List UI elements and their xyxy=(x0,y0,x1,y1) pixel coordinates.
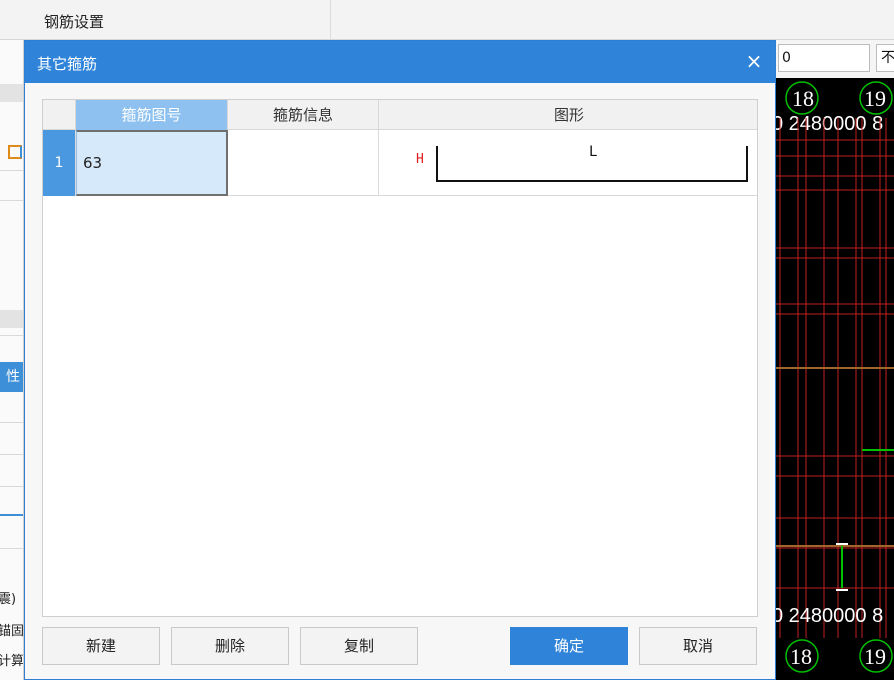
column-header-info[interactable]: 箍筋信息 xyxy=(228,100,379,130)
dimension-text-top: 0 2480000 8 xyxy=(776,113,883,135)
left-panel-text: 计算 xyxy=(0,654,24,669)
axis-label-top: 18 xyxy=(792,86,814,111)
shape-l-label[interactable]: L xyxy=(589,144,597,160)
top-menubar: 钢筋设置 xyxy=(0,0,894,40)
dialog-title: 其它箍筋 xyxy=(37,55,98,73)
row-number-header xyxy=(43,100,76,130)
property-header-cell: 性 xyxy=(0,362,23,392)
table-row[interactable]: 1 63 H L xyxy=(43,130,757,196)
axis-label-top: 19 xyxy=(864,86,886,111)
left-panel-divider xyxy=(0,548,23,549)
left-panel-text: 锚固 xyxy=(0,624,24,639)
cad-drawing: 18 19 0 2480000 8 0 2480000 8 18 19 xyxy=(776,81,894,673)
close-icon[interactable]: × xyxy=(743,50,765,72)
left-panel-band xyxy=(0,310,23,328)
background-left-panel: 性 震) 锚固 计算 xyxy=(0,40,24,680)
dialog-titlebar[interactable]: 其它箍筋 × xyxy=(25,41,775,83)
copy-button[interactable]: 复制 xyxy=(300,627,418,665)
left-panel-divider xyxy=(0,422,23,423)
dimension-text-bottom: 0 2480000 8 xyxy=(776,605,883,627)
column-header-shape[interactable]: 图形 xyxy=(379,100,757,130)
left-panel-divider xyxy=(0,170,23,171)
info-cell[interactable] xyxy=(228,130,379,196)
left-panel-divider xyxy=(0,486,23,487)
shape-h-label[interactable]: H xyxy=(416,152,424,167)
delete-button[interactable]: 删除 xyxy=(171,627,289,665)
other-stirrup-dialog: 其它箍筋 × 箍筋图号 箍筋信息 图形 1 63 H L 新建 删除 复制 确定… xyxy=(24,40,776,680)
row-number[interactable]: 1 xyxy=(43,130,76,196)
left-panel-band xyxy=(0,84,23,102)
ok-button[interactable]: 确定 xyxy=(510,627,628,665)
figure-no-cell[interactable]: 63 xyxy=(76,130,228,196)
table-header: 箍筋图号 箍筋信息 图形 xyxy=(43,100,757,130)
cad-viewport[interactable]: 18 19 0 2480000 8 0 2480000 8 18 19 xyxy=(776,78,894,680)
menubar-divider xyxy=(330,0,331,40)
axis-label-bottom: 19 xyxy=(864,644,886,669)
shape-cell[interactable]: H L xyxy=(379,130,757,196)
new-button[interactable]: 新建 xyxy=(42,627,160,665)
toolbar-input[interactable]: 0 xyxy=(778,44,870,72)
property-header-text: 性 xyxy=(6,369,20,385)
copy-icon[interactable] xyxy=(8,145,22,159)
cancel-button[interactable]: 取消 xyxy=(639,627,757,665)
left-panel-divider xyxy=(0,454,23,455)
axis-label-bottom: 18 xyxy=(790,644,812,669)
left-panel-text: 震) xyxy=(0,592,17,607)
left-panel-accent-line xyxy=(0,514,23,516)
left-panel-divider xyxy=(0,335,23,336)
stirrup-table: 箍筋图号 箍筋信息 图形 1 63 H L xyxy=(42,99,758,617)
toolbar-dropdown[interactable]: 不 xyxy=(876,44,894,72)
rebar-settings-menu[interactable]: 钢筋设置 xyxy=(44,11,104,32)
left-panel-divider xyxy=(0,200,23,201)
column-header-figure-no[interactable]: 箍筋图号 xyxy=(76,100,228,130)
